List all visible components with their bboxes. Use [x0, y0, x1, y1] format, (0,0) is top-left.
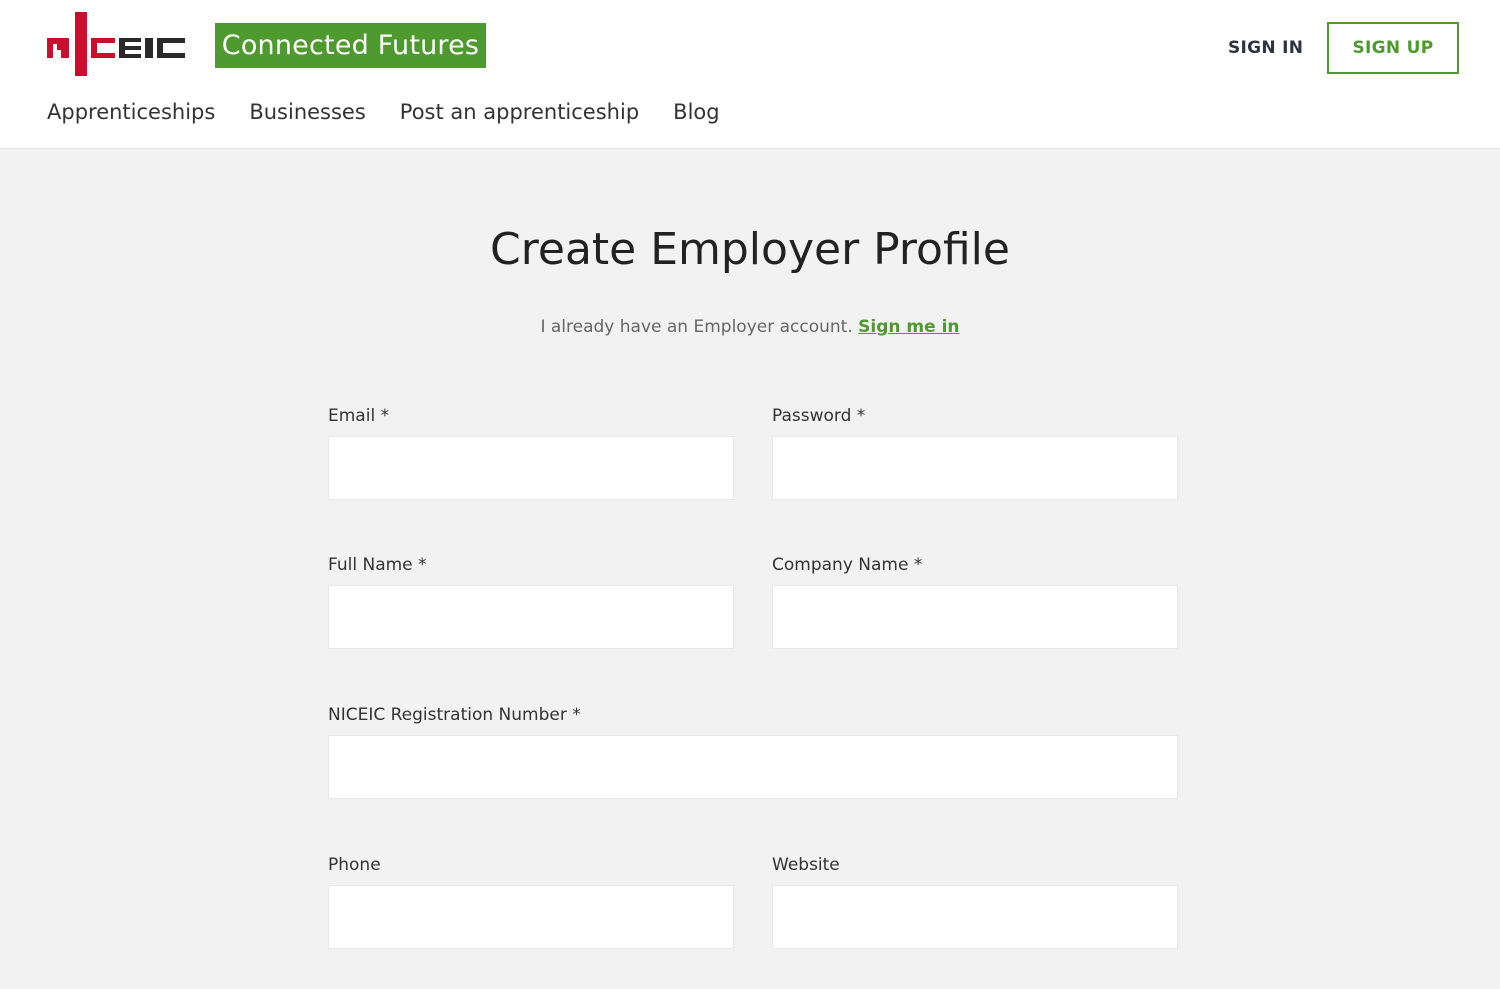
existing-account-line: I already have an Employer account. Sign… — [0, 314, 1500, 340]
brand-tagline[interactable]: Connected Futures — [215, 23, 486, 68]
site-header: Connected Futures Apprenticeships Busine… — [0, 0, 1500, 149]
nav-item-apprenticeships[interactable]: Apprenticeships — [47, 97, 215, 127]
company-name-label: Company Name * — [772, 555, 923, 575]
sign-up-button[interactable]: SIGN UP — [1327, 22, 1459, 74]
existing-account-text: I already have an Employer account. — [540, 317, 853, 337]
nav-item-post-apprenticeship[interactable]: Post an apprenticeship — [400, 97, 639, 127]
full-name-field[interactable] — [328, 585, 734, 649]
nav-item-blog[interactable]: Blog — [673, 97, 719, 127]
niceic-logo[interactable] — [47, 12, 187, 76]
phone-label: Phone — [328, 855, 381, 875]
registration-number-field[interactable] — [328, 735, 1178, 799]
website-field[interactable] — [772, 885, 1178, 949]
main-nav: Apprenticeships Businesses Post an appre… — [47, 97, 754, 127]
full-name-label: Full Name * — [328, 555, 427, 575]
website-label: Website — [772, 855, 840, 875]
phone-field[interactable] — [328, 885, 734, 949]
registration-number-label: NICEIC Registration Number * — [328, 705, 581, 725]
sign-me-in-link[interactable]: Sign me in — [858, 317, 959, 337]
sign-in-link[interactable]: SIGN IN — [1228, 36, 1303, 60]
password-label: Password * — [772, 406, 866, 426]
email-label: Email * — [328, 406, 390, 426]
password-field[interactable] — [772, 436, 1178, 500]
company-name-field[interactable] — [772, 585, 1178, 649]
page-title: Create Employer Profile — [490, 224, 1010, 275]
nav-item-businesses[interactable]: Businesses — [249, 97, 365, 127]
email-field[interactable] — [328, 436, 734, 500]
